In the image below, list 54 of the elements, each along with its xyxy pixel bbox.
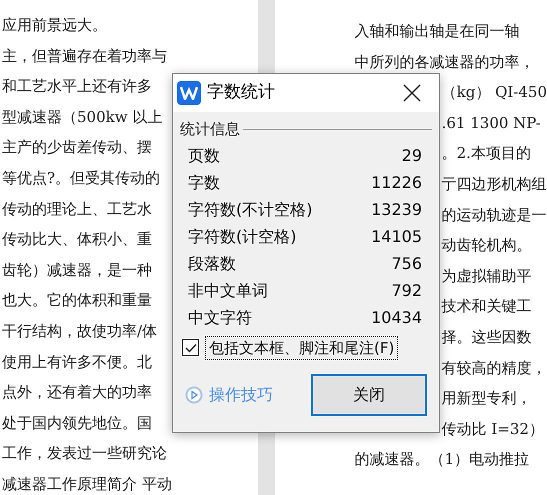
text-line: 等优点?。但受其传动的 bbox=[1, 168, 160, 189]
text-line: 中所列的各减速器的功率， bbox=[354, 52, 535, 73]
stat-value: 792 bbox=[391, 280, 422, 302]
checkmark-icon bbox=[184, 342, 196, 353]
stat-value: 756 bbox=[391, 253, 422, 275]
group-label: 统计信息 bbox=[180, 119, 240, 140]
text-line: 工作，发表过一些研究论 bbox=[1, 443, 167, 464]
text-line: 传动的理论上、工艺水 bbox=[1, 198, 152, 220]
text-line: .61 1300 NP- bbox=[442, 112, 541, 134]
text-line: 技术和关键工 bbox=[442, 296, 532, 318]
stat-value: 14105 bbox=[371, 226, 422, 248]
text-line: 干行结构，故使功率/体 bbox=[1, 320, 158, 342]
text-line: 应用前景远大。 bbox=[1, 15, 107, 36]
play-circle-icon bbox=[185, 386, 203, 404]
text-line: 动齿轮机构。 bbox=[442, 235, 532, 256]
app-logo-icon bbox=[177, 81, 201, 105]
text-line: 有较高的精度， bbox=[442, 358, 547, 379]
text-line: 的减速器。（1）电动推拉 bbox=[354, 449, 530, 470]
text-line: 和工艺水平上还有许多 bbox=[1, 76, 152, 98]
stat-label: 字符数(不计空格) bbox=[188, 199, 312, 221]
stat-label: 段落数 bbox=[188, 253, 236, 275]
stat-value: 13239 bbox=[371, 199, 422, 221]
text-line: 点外，还有着大的功率 bbox=[1, 382, 152, 404]
text-line: 主产的少齿差传动、摆 bbox=[1, 137, 152, 158]
text-line: 传动比 I=32） bbox=[442, 418, 544, 440]
text-line: 处于国内领先地位。国 bbox=[1, 412, 152, 434]
close-button[interactable]: 关闭 bbox=[311, 374, 427, 416]
text-line: 的运动轨迹是一 bbox=[442, 204, 547, 226]
text-line: 。2.本项目的 bbox=[442, 143, 531, 164]
stat-label: 中文字符 bbox=[188, 307, 252, 329]
stat-value: 29 bbox=[402, 145, 422, 167]
stat-value: 11226 bbox=[371, 172, 422, 194]
stat-label: 非中文单词 bbox=[188, 280, 268, 302]
dialog-title: 字数统计 bbox=[207, 81, 275, 104]
text-line: 择。这些因数 bbox=[442, 326, 532, 348]
text-line: 减速器工作原理简介 平动 bbox=[1, 474, 172, 495]
text-line: 也大。它的体积和重量 bbox=[1, 290, 152, 312]
checkbox[interactable] bbox=[182, 339, 199, 356]
stat-label: 页数 bbox=[188, 145, 220, 167]
text-line: 入轴和输出轴是在同一轴 bbox=[354, 21, 520, 42]
stat-value: 10434 bbox=[371, 307, 422, 329]
text-line: （kg） QI-450 bbox=[442, 82, 547, 104]
stat-label: 字符数(计空格) bbox=[188, 226, 296, 248]
stat-label: 字数 bbox=[188, 172, 220, 194]
text-line: 主，但普遍存在着功率与 bbox=[1, 46, 167, 67]
close-icon[interactable] bbox=[401, 82, 423, 104]
checkbox-label[interactable]: 包括文本框、脚注和尾注(F) bbox=[205, 336, 398, 360]
text-line: 用新型专利， bbox=[442, 388, 532, 410]
text-line: 型减速器（500kw 以上 bbox=[1, 106, 162, 128]
text-line: 使用上有许多不便。北 bbox=[1, 352, 152, 373]
text-line: 亍四边形机构组 bbox=[442, 174, 547, 195]
text-line: 齿轮）减速器，是一种 bbox=[1, 260, 152, 281]
text-line: 传动比大、体积小、重 bbox=[1, 229, 152, 250]
text-line: 为虚拟辅助平 bbox=[442, 266, 532, 287]
